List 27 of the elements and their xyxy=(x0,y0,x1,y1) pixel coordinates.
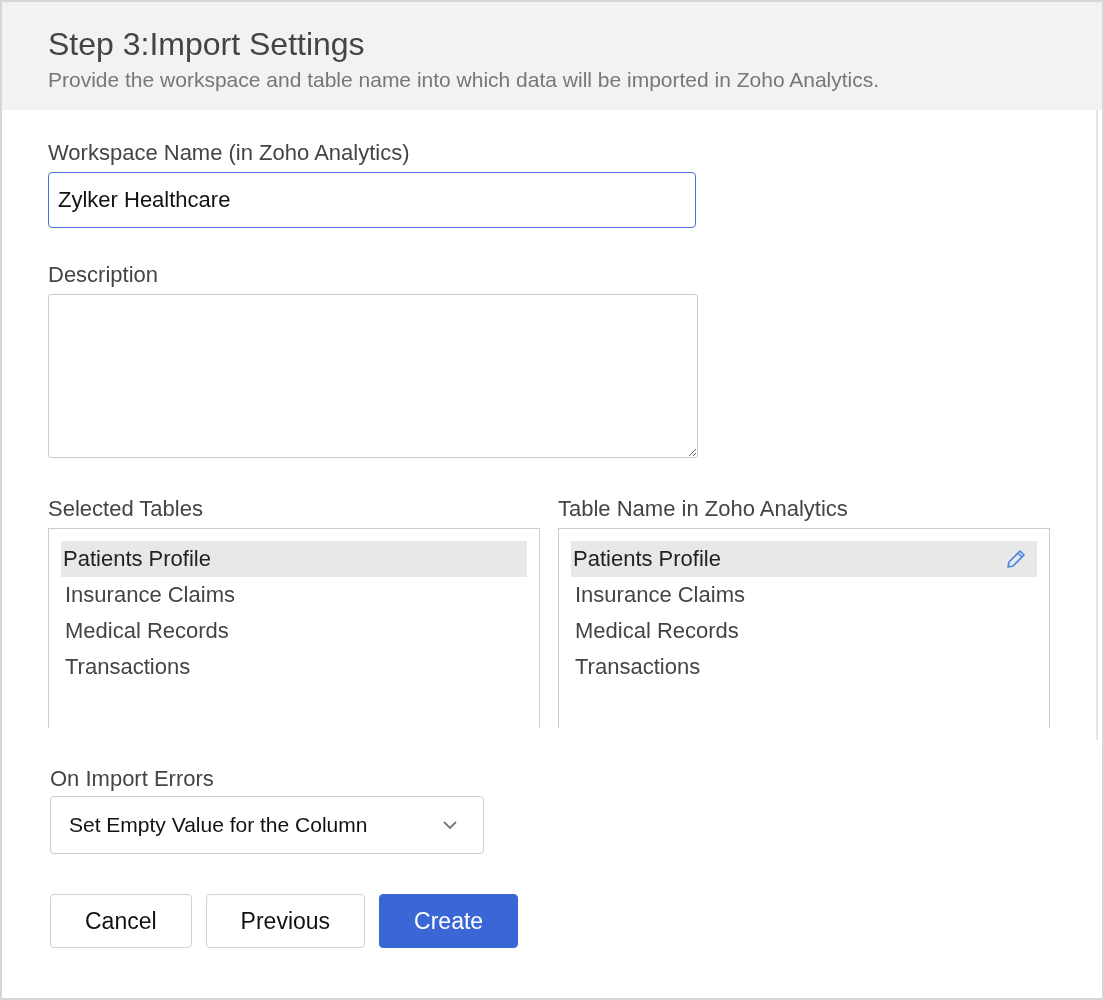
table-name-text: Transactions xyxy=(575,654,701,680)
page-title: Step 3:Import Settings xyxy=(48,25,366,64)
list-item[interactable]: Patients Profile xyxy=(61,541,527,577)
list-item[interactable]: Medical Records xyxy=(61,613,527,649)
table-name-text: Patients Profile xyxy=(573,546,721,572)
action-button[interactable]: Create xyxy=(379,894,519,948)
list-item[interactable]: Patients Profile xyxy=(571,541,1037,577)
import-errors-dropdown[interactable]: Set Empty Value for the Column xyxy=(50,796,484,854)
field-label: On Import Errors xyxy=(50,766,215,792)
pencil-icon[interactable] xyxy=(1005,548,1027,570)
list-label: Selected Tables xyxy=(48,496,204,522)
list-item[interactable]: Insurance Claims xyxy=(61,577,527,613)
workspace-name-field[interactable]: Zylker Healthcare xyxy=(48,172,696,228)
description-field[interactable] xyxy=(48,294,698,458)
list-item[interactable]: Transactions xyxy=(61,649,527,685)
list-item[interactable]: Transactions xyxy=(571,649,1037,685)
table-name-text: Insurance Claims xyxy=(575,582,745,608)
field-label: Description xyxy=(48,262,160,288)
table-name-text: Medical Records xyxy=(575,618,739,644)
field-label: Workspace Name (in Zoho Analytics) xyxy=(48,140,411,166)
action-button[interactable]: Cancel xyxy=(50,894,192,948)
chevron-down-icon xyxy=(442,820,458,830)
page-subtitle: Provide the workspace and table name into which data will be imported in Zoho Analytics. xyxy=(48,68,881,92)
list-item[interactable]: Medical Records xyxy=(571,613,1037,649)
action-button[interactable]: Previous xyxy=(205,894,366,948)
list-label: Table Name in Zoho Analytics xyxy=(558,496,849,522)
list-item[interactable]: Insurance Claims xyxy=(571,577,1037,613)
